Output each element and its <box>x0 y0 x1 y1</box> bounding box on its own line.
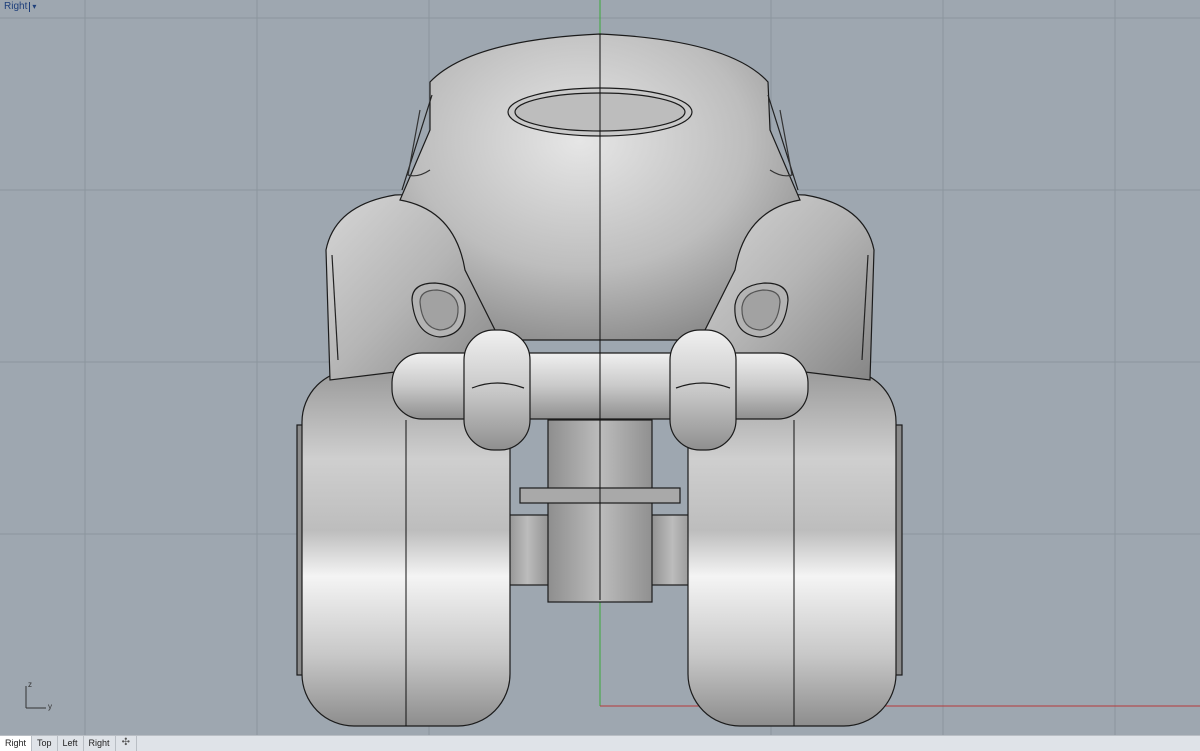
viewport-title[interactable]: Right ▾ <box>4 1 36 12</box>
plus-icon[interactable]: ✣ <box>116 736 137 751</box>
viewport-right[interactable]: Right ▾ z y <box>0 0 1200 735</box>
axis-label-y: y <box>48 702 52 711</box>
viewport-canvas[interactable] <box>0 0 1200 735</box>
viewport-title-label[interactable]: Right <box>4 1 27 12</box>
dropdown-caret-icon[interactable]: ▾ <box>29 1 36 12</box>
tab-right-2[interactable]: Right <box>84 736 116 751</box>
viewport-tab-bar: Right Top Left Right ✣ <box>0 735 1200 751</box>
tab-right[interactable]: Right <box>0 736 33 751</box>
axis-indicator-icon: z y <box>20 680 60 714</box>
bumper-guard-left <box>463 329 531 451</box>
bumper-guard-right <box>669 329 737 451</box>
tab-top[interactable]: Top <box>32 736 58 751</box>
axle-left <box>504 514 551 586</box>
axis-label-z: z <box>28 680 32 689</box>
tab-left[interactable]: Left <box>58 736 84 751</box>
